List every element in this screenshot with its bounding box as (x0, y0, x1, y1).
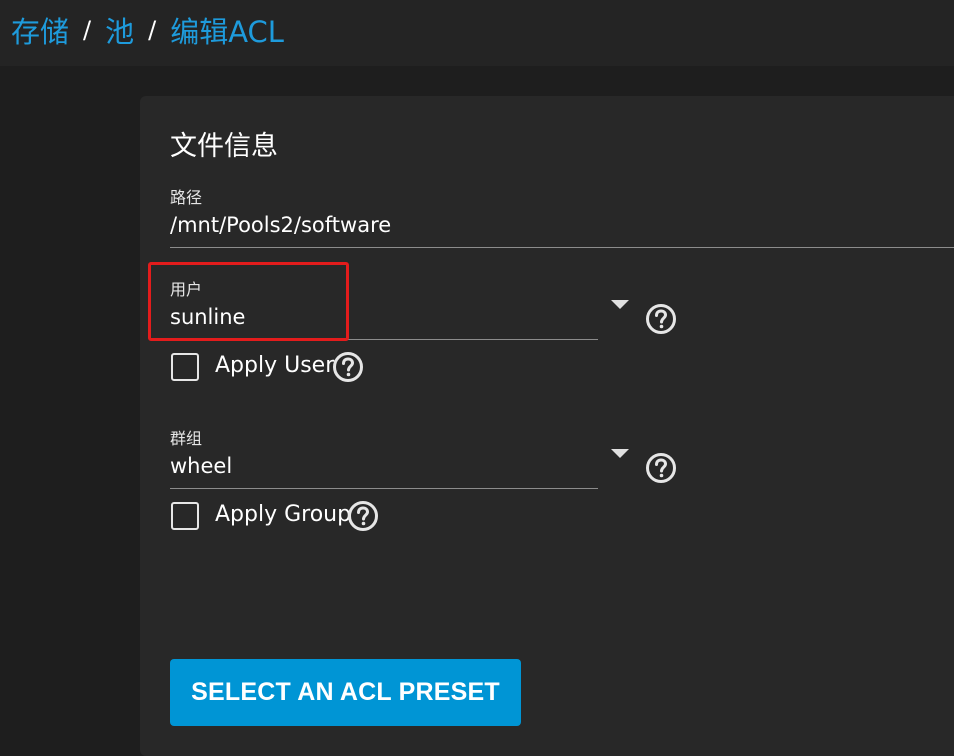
file-info-card: 文件信息 路径 /mnt/Pools2/software 用户 sunline … (140, 96, 954, 756)
apply-user-checkbox[interactable] (171, 353, 199, 381)
apply-group-label[interactable]: Apply Group (215, 502, 351, 527)
apply-user-help-icon[interactable] (332, 351, 364, 383)
user-underline (170, 339, 598, 340)
apply-group-help-icon[interactable] (347, 500, 379, 532)
select-acl-preset-button[interactable]: SELECT AN ACL PRESET (170, 659, 521, 726)
card-title: 文件信息 (170, 131, 278, 162)
path-label: 路径 (170, 188, 203, 207)
user-select-value[interactable]: sunline (170, 305, 245, 329)
user-dropdown-arrow-icon[interactable] (611, 300, 629, 309)
apply-user-label[interactable]: Apply User (215, 353, 334, 378)
group-select-value[interactable]: wheel (170, 454, 232, 478)
user-help-icon[interactable] (645, 303, 677, 335)
group-label: 群组 (170, 429, 203, 448)
user-label: 用户 (170, 280, 203, 299)
group-dropdown-arrow-icon[interactable] (611, 449, 629, 458)
path-value: /mnt/Pools2/software (170, 213, 392, 237)
top-bar: 存储 / 池 / 编辑ACL (0, 0, 954, 66)
breadcrumb: 存储 / 池 / 编辑ACL (11, 10, 284, 50)
group-help-icon[interactable] (645, 452, 677, 484)
apply-group-checkbox[interactable] (171, 502, 199, 530)
breadcrumb-edit-acl[interactable]: 编辑ACL (170, 9, 284, 51)
breadcrumb-pools[interactable]: 池 (105, 9, 134, 51)
breadcrumb-separator: / (148, 16, 157, 44)
breadcrumb-storage[interactable]: 存储 (11, 9, 69, 51)
path-underline (170, 247, 954, 248)
group-underline (170, 488, 598, 489)
breadcrumb-separator: / (83, 16, 92, 44)
